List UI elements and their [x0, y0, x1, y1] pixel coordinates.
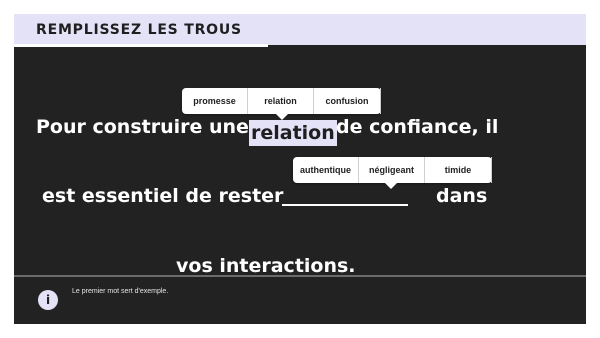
option-relation[interactable]: relation — [248, 88, 314, 114]
header-bar: REMPLISSEZ LES TROUS — [14, 14, 586, 47]
filled-blank-1[interactable]: relation — [249, 120, 337, 146]
sentence-line-3: vos interactions. — [176, 255, 356, 277]
hint-text: Le premier mot sert d'exemple. — [72, 288, 169, 295]
page-title: REMPLISSEZ LES TROUS — [36, 22, 242, 38]
options-popup-1: promesse relation confusion — [182, 88, 381, 120]
option-promesse[interactable]: promesse — [182, 88, 248, 114]
option-negligeant[interactable]: négligeant — [359, 157, 425, 183]
option-confusion[interactable]: confusion — [314, 88, 381, 114]
info-icon[interactable]: i — [38, 290, 58, 310]
header-underline — [14, 44, 268, 47]
footer-divider — [14, 275, 586, 277]
sentence-line-1-end: de confiance, il — [336, 116, 499, 138]
popup-pointer — [385, 183, 397, 189]
sentence-line-1-start: Pour construire une — [36, 116, 249, 138]
option-authentique[interactable]: authentique — [293, 157, 359, 183]
options-popup-2: authentique négligeant timide — [293, 157, 492, 189]
option-timide[interactable]: timide — [425, 157, 492, 183]
sentence-line-2-start: est essentiel de rester — [42, 185, 284, 207]
sentence-line-2-end: dans — [436, 185, 488, 207]
empty-blank-2[interactable] — [282, 204, 408, 206]
